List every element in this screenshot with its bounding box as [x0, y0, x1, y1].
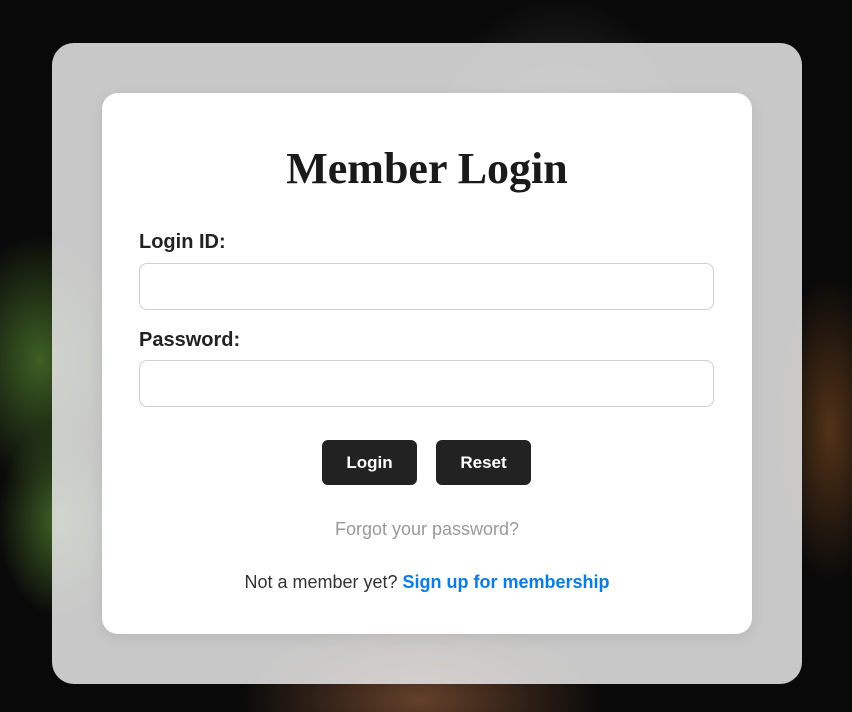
login-id-label: Login ID:: [139, 231, 226, 253]
signup-link[interactable]: Sign up for membership: [403, 572, 610, 592]
not-member-text: Not a member yet?: [244, 572, 403, 592]
reset-button[interactable]: Reset: [436, 440, 531, 485]
login-card: Member Login Login ID: Password: Login R…: [102, 93, 752, 634]
forgot-password-link[interactable]: Forgot your password?: [102, 519, 752, 540]
login-id-input[interactable]: [139, 263, 714, 310]
signup-row: Not a member yet? Sign up for membership: [102, 572, 752, 593]
password-input[interactable]: [139, 360, 714, 407]
password-label: Password:: [139, 329, 241, 351]
page-title: Member Login: [286, 144, 568, 193]
login-button[interactable]: Login: [322, 440, 417, 485]
